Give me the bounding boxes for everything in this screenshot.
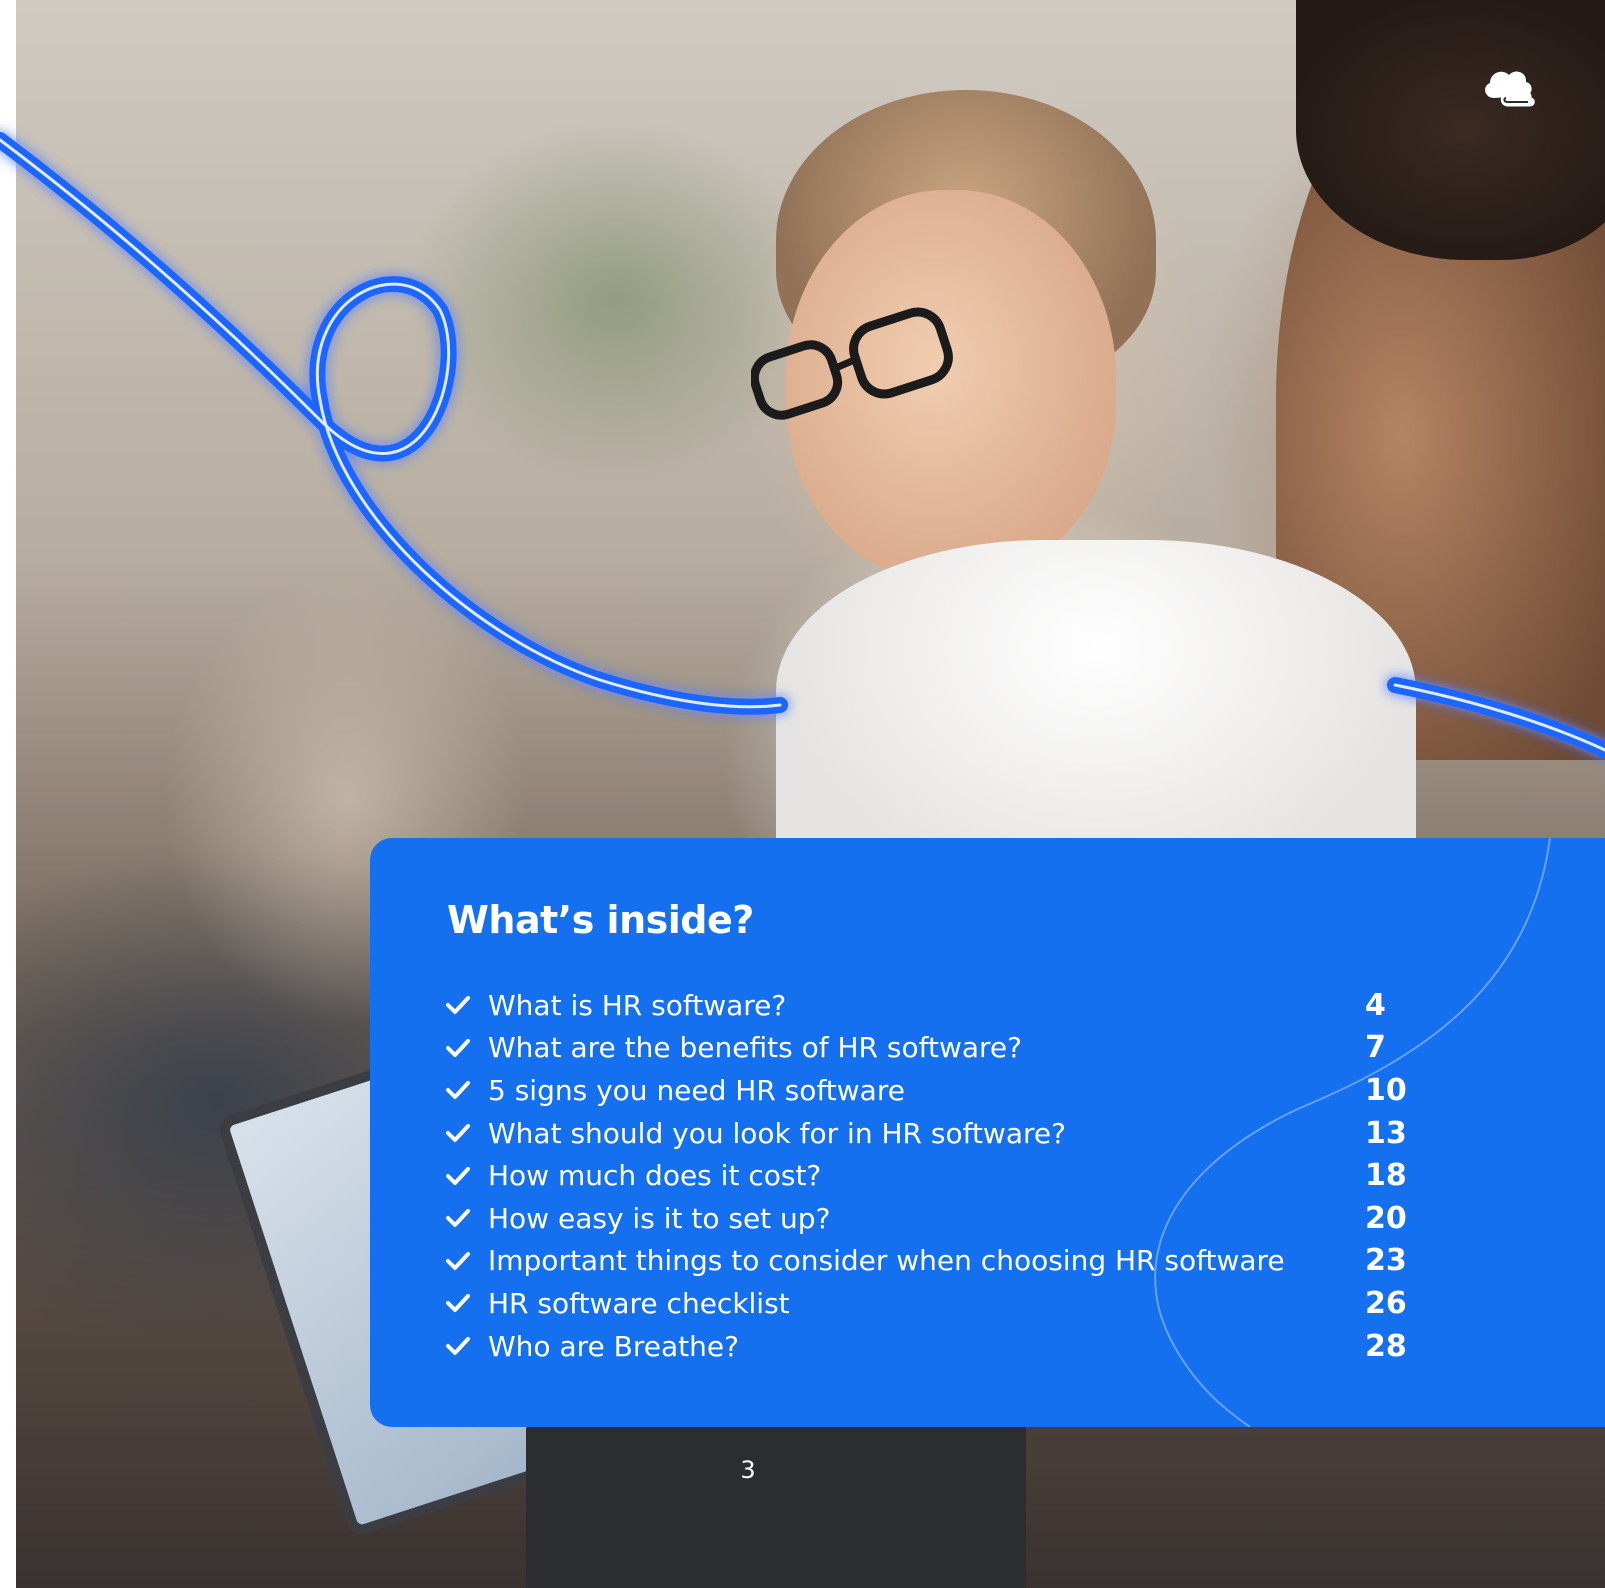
toc-item[interactable]: Important things to consider when choosi… [445, 1240, 1445, 1283]
toc-item-label: HR software checklist [488, 1286, 790, 1320]
toc-list: What is HR software? 4 What are the benefi… [445, 984, 1445, 1367]
toc-item-page-number: 28 [1365, 1328, 1407, 1364]
checkmark-icon [446, 1124, 470, 1143]
toc-item-label: What should you look for in HR software? [488, 1116, 1066, 1150]
checkmark-icon [446, 1251, 470, 1270]
toc-item-page-number: 4 [1365, 987, 1386, 1023]
checkmark-icon [446, 1337, 470, 1356]
cloud-logo-icon [1485, 71, 1535, 107]
page-number: 3 [740, 1456, 756, 1484]
toc-item-page-number: 13 [1365, 1115, 1407, 1151]
toc-item[interactable]: How easy is it to set up? 20 [445, 1197, 1445, 1240]
toc-item-label: What is HR software? [488, 988, 787, 1022]
toc-item[interactable]: HR software checklist 26 [445, 1282, 1445, 1325]
toc-item-label: How easy is it to set up? [488, 1201, 831, 1235]
toc-item[interactable]: Who are Breathe? 28 [445, 1325, 1445, 1368]
checkmark-icon [446, 1166, 470, 1185]
toc-item-label: 5 signs you need HR software [488, 1073, 905, 1107]
checkmark-icon [446, 1038, 470, 1057]
toc-item-page-number: 7 [1365, 1030, 1386, 1066]
toc-item-label: How much does it cost? [488, 1159, 822, 1193]
toc-item-page-number: 26 [1365, 1285, 1407, 1321]
checkmark-icon [446, 1081, 470, 1100]
brochure-page: What’s inside? What is HR software? 4 What… [0, 0, 1605, 1588]
checkmark-icon [446, 1209, 470, 1228]
toc-item[interactable]: 5 signs you need HR software 10 [445, 1069, 1445, 1112]
toc-heading: What’s inside? [447, 898, 754, 942]
toc-item[interactable]: How much does it cost? 18 [445, 1154, 1445, 1197]
checkmark-icon [446, 1294, 470, 1313]
toc-item-label: Important things to consider when choosi… [488, 1244, 1285, 1278]
toc-item-page-number: 23 [1365, 1243, 1407, 1279]
toc-item[interactable]: What is HR software? 4 [445, 984, 1445, 1027]
table-of-contents-panel: What’s inside? What is HR software? 4 What… [370, 838, 1605, 1427]
toc-item-page-number: 20 [1365, 1200, 1407, 1236]
toc-item-label: Who are Breathe? [488, 1329, 739, 1363]
toc-item-page-number: 18 [1365, 1158, 1407, 1194]
toc-item-label: What are the benefits of HR software? [488, 1031, 1022, 1065]
toc-item-page-number: 10 [1365, 1072, 1407, 1108]
checkmark-icon [446, 996, 470, 1015]
toc-item[interactable]: What should you look for in HR software?… [445, 1112, 1445, 1155]
toc-item[interactable]: What are the benefits of HR software? 7 [445, 1027, 1445, 1070]
